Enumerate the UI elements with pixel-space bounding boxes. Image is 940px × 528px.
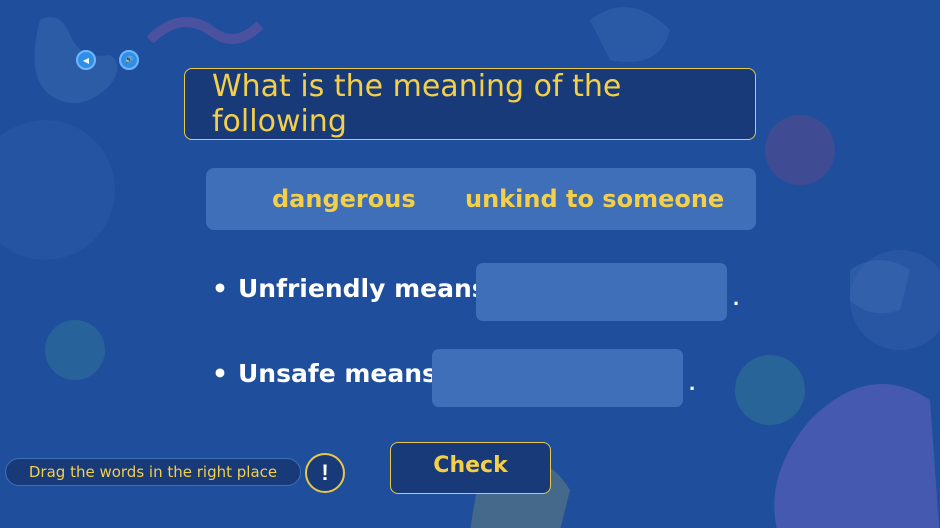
exclamation-icon: ! bbox=[321, 460, 329, 485]
speaker-icon[interactable]: 🔊 bbox=[119, 50, 139, 70]
check-button[interactable]: Check bbox=[390, 442, 551, 494]
hint-button[interactable]: ! bbox=[305, 453, 345, 493]
question-title: What is the meaning of the following bbox=[184, 68, 756, 140]
word-chip-unkind[interactable]: unkind to someone bbox=[465, 168, 724, 230]
sentence-2-label: Unsafe means bbox=[237, 359, 437, 388]
word-bank: dangerous unkind to someone bbox=[206, 168, 756, 230]
drop-zone-1[interactable] bbox=[476, 263, 727, 321]
bullet: • bbox=[212, 274, 228, 303]
bullet: • bbox=[212, 359, 228, 388]
sentence-2: • Unsafe means bbox=[212, 359, 437, 388]
word-chip-dangerous[interactable]: dangerous bbox=[272, 168, 416, 230]
drop-zone-2[interactable] bbox=[432, 349, 683, 407]
sentence-1: • Unfriendly means bbox=[212, 274, 487, 303]
sentence-2-period: . bbox=[689, 370, 696, 395]
sentence-1-label: Unfriendly means bbox=[237, 274, 487, 303]
sentence-1-period: . bbox=[733, 285, 740, 310]
back-arrow-icon[interactable]: ◀ bbox=[76, 50, 96, 70]
instruction-text: Drag the words in the right place bbox=[5, 458, 301, 486]
